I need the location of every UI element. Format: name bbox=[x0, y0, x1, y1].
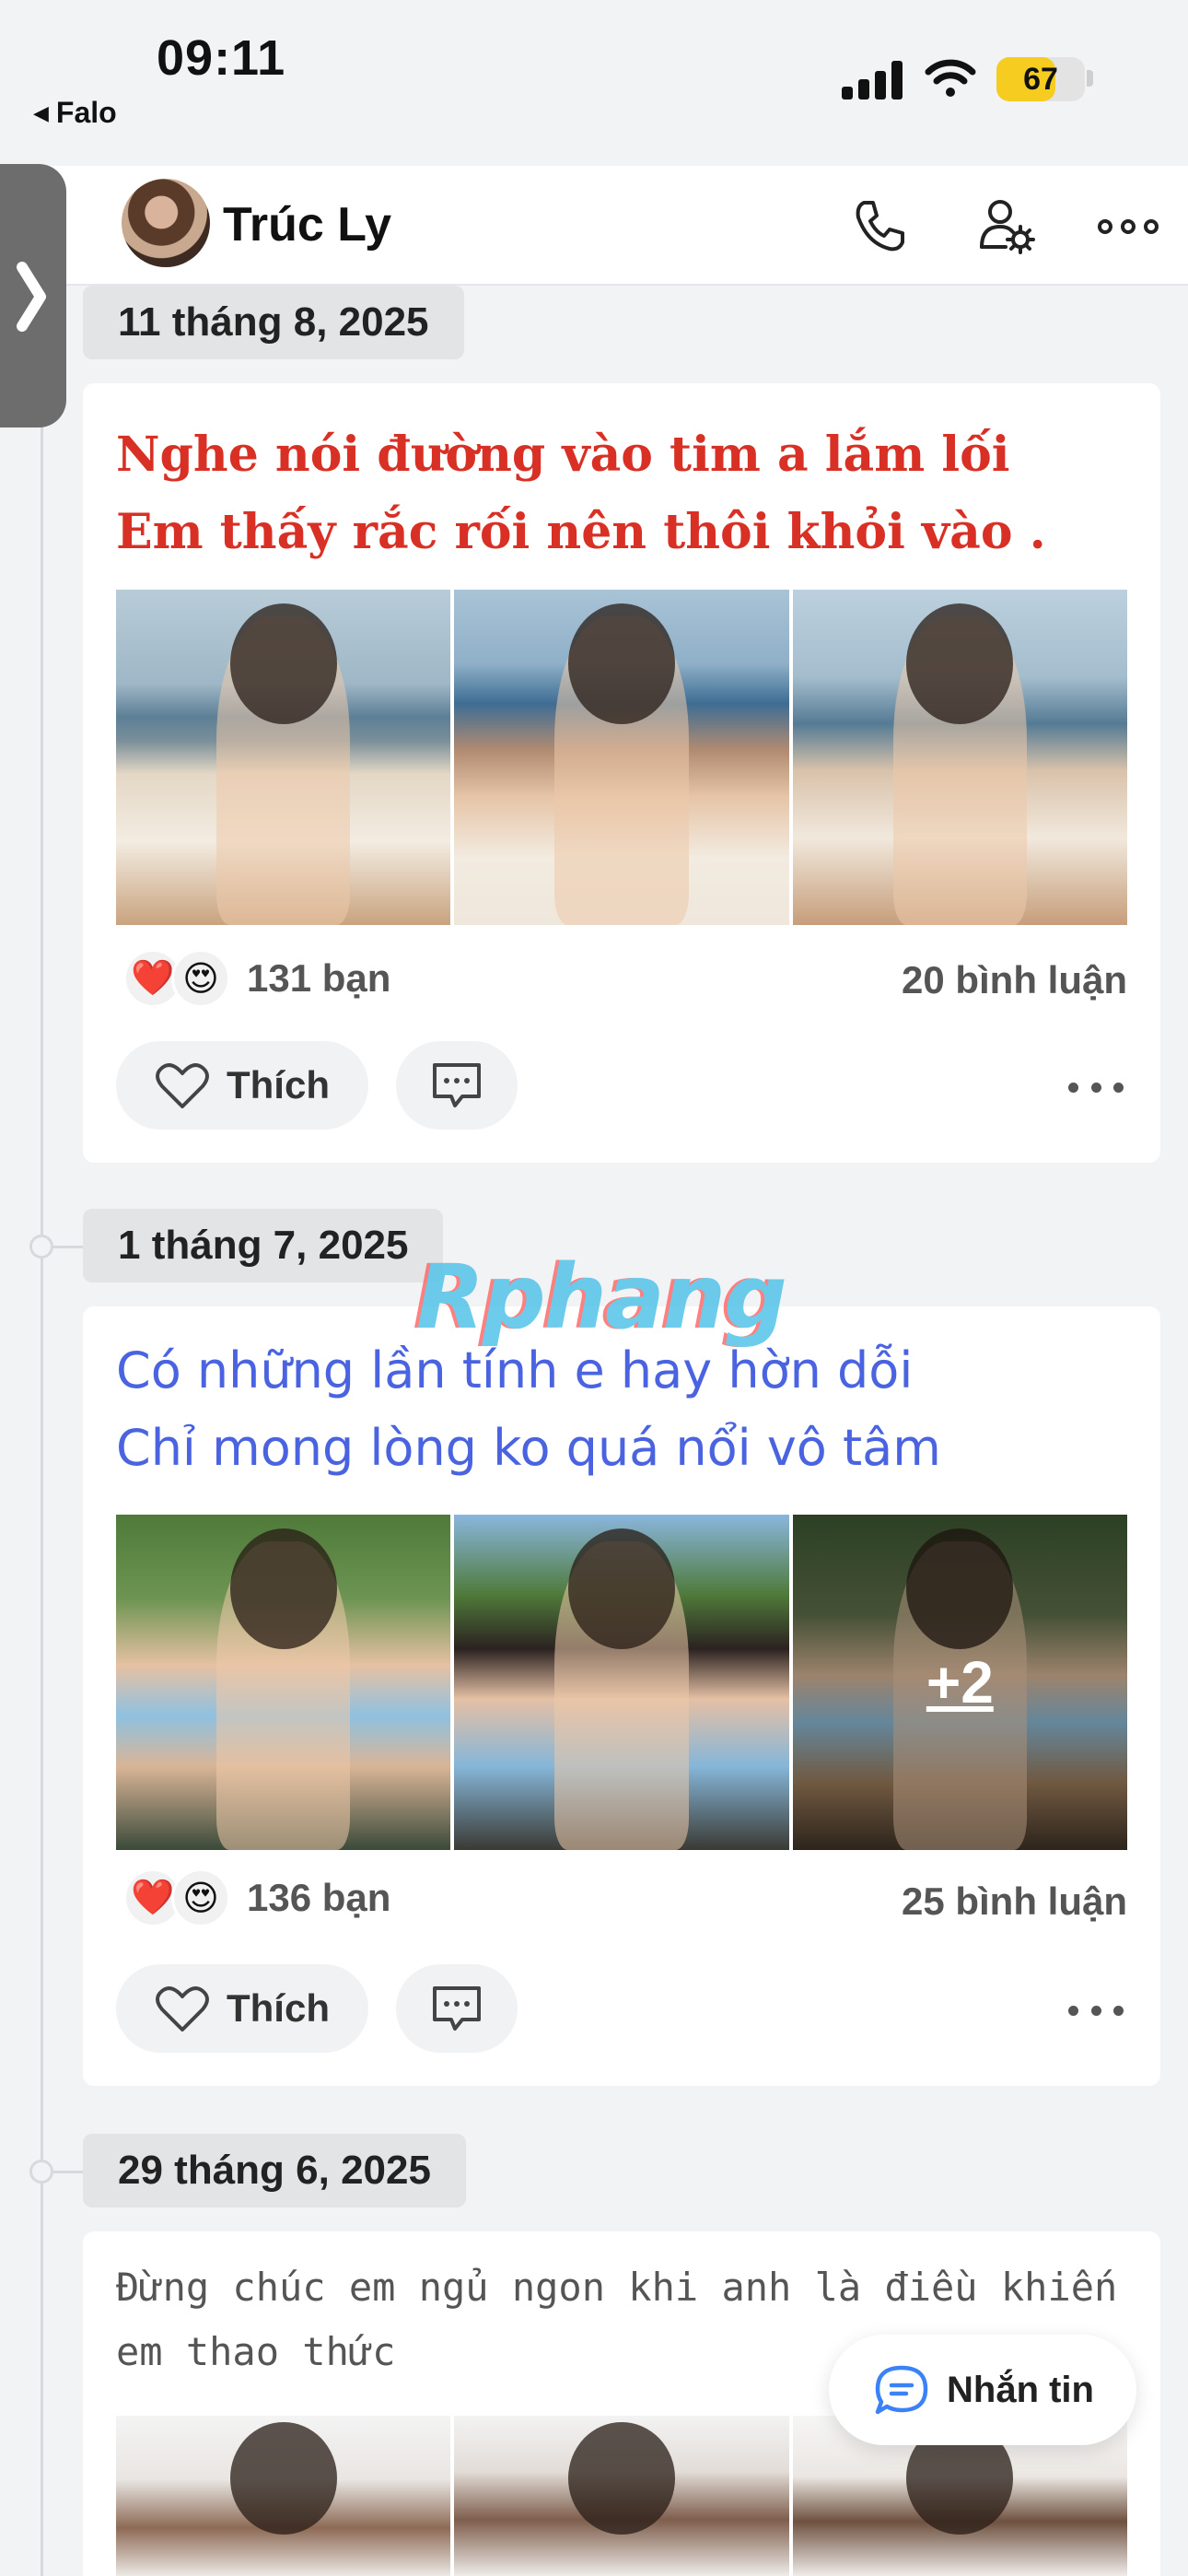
back-app-label: Falo bbox=[55, 96, 117, 129]
heart-eyes-reaction-icon: 😍 bbox=[171, 1868, 230, 1927]
comment-icon bbox=[433, 1986, 481, 2031]
status-time: 09:11 bbox=[157, 30, 286, 86]
comment-icon bbox=[433, 1063, 481, 1107]
heart-icon bbox=[156, 1986, 209, 2032]
post-photo[interactable] bbox=[454, 1515, 789, 1850]
more-icon[interactable] bbox=[1096, 193, 1160, 258]
send-message-label: Nhắn tin bbox=[947, 2369, 1094, 2410]
timeline-dot bbox=[29, 1235, 53, 1259]
battery-icon: 67 bbox=[996, 57, 1085, 101]
watermark-logo: Rphang bbox=[416, 1246, 787, 1349]
comment-button[interactable] bbox=[396, 1041, 518, 1130]
chat-header: Trúc Ly bbox=[0, 166, 1188, 286]
wifi-icon bbox=[925, 59, 976, 97]
send-message-button[interactable]: Nhắn tin bbox=[829, 2335, 1136, 2445]
side-panel-tab[interactable] bbox=[0, 164, 66, 427]
comment-count[interactable]: 20 bình luận bbox=[902, 958, 1127, 1002]
phone-icon[interactable] bbox=[847, 193, 912, 258]
photo-grid bbox=[116, 590, 1127, 925]
timeline-line bbox=[41, 286, 43, 2576]
reaction-summary[interactable]: ❤️ 😍 131 bạn bbox=[123, 949, 390, 1008]
post-card: Có những lần tính e hay hờn dỗi Chỉ mong… bbox=[83, 1306, 1160, 2086]
post-caption: Có những lần tính e hay hờn dỗi Chỉ mong… bbox=[116, 1332, 941, 1487]
reaction-summary[interactable]: ❤️ 😍 136 bạn bbox=[123, 1868, 390, 1927]
post-date-badge: 1 tháng 7, 2025 bbox=[83, 1209, 444, 1282]
more-photos-overlay[interactable]: +2 bbox=[792, 1515, 1127, 1850]
post-photo[interactable]: +2 bbox=[792, 1515, 1127, 1850]
comment-button[interactable] bbox=[396, 1964, 518, 2053]
like-label: Thích bbox=[227, 1063, 330, 1107]
heart-eyes-reaction-icon: 😍 bbox=[171, 949, 230, 1008]
like-button[interactable]: Thích bbox=[116, 1041, 368, 1130]
signal-icon bbox=[842, 61, 904, 100]
post-more-icon[interactable] bbox=[1068, 1080, 1124, 1095]
timeline-dot bbox=[29, 2160, 53, 2184]
post-photo[interactable] bbox=[116, 590, 451, 925]
battery-percent: 67 bbox=[1023, 62, 1058, 97]
post-photo[interactable] bbox=[116, 1515, 451, 1850]
contact-name[interactable]: Trúc Ly bbox=[223, 197, 391, 252]
post-photo[interactable] bbox=[454, 590, 789, 925]
post-card: Nghe nói đường vào tim a lắm lối Em thấy… bbox=[83, 383, 1160, 1163]
chat-bubble-icon bbox=[875, 2365, 928, 2415]
post-photo[interactable] bbox=[116, 2416, 451, 2576]
status-bar: 09:11 ◀ Falo 67 bbox=[0, 0, 1188, 138]
like-label: Thích bbox=[227, 1986, 330, 2030]
caption-line: Đừng chúc em ngủ ngon khi anh là điều kh… bbox=[116, 2265, 1118, 2310]
post-date-badge: 11 tháng 8, 2025 bbox=[83, 286, 464, 359]
post-more-icon[interactable] bbox=[1068, 2003, 1124, 2018]
battery-tip bbox=[1087, 70, 1093, 87]
timeline-connector bbox=[53, 2171, 85, 2173]
post-caption: Nghe nói đường vào tim a lắm lối Em thấy… bbox=[116, 416, 1046, 571]
caption-line: Nghe nói đường vào tim a lắm lối bbox=[116, 427, 1010, 483]
avatar[interactable] bbox=[122, 179, 210, 267]
post-photo[interactable] bbox=[454, 2416, 789, 2576]
post-photo[interactable] bbox=[792, 590, 1127, 925]
reaction-count: 131 bạn bbox=[247, 956, 391, 1000]
heart-icon bbox=[156, 1063, 209, 1108]
photo-grid: +2 bbox=[116, 1515, 1127, 1850]
caption-line: Em thấy rắc rối nên thôi khỏi vào . bbox=[116, 504, 1046, 560]
caption-line: Chỉ mong lòng ko quá nổi vô tâm bbox=[116, 1419, 941, 1477]
back-to-app-button[interactable]: ◀ Falo bbox=[33, 96, 117, 130]
like-button[interactable]: Thích bbox=[116, 1964, 368, 2053]
comment-count[interactable]: 25 bình luận bbox=[902, 1879, 1127, 1924]
chevron-right-icon bbox=[17, 262, 46, 332]
timeline-connector bbox=[53, 1246, 85, 1248]
profile-settings-icon[interactable] bbox=[974, 193, 1039, 258]
reaction-count: 136 bạn bbox=[247, 1876, 391, 1919]
post-date-badge: 29 tháng 6, 2025 bbox=[83, 2134, 466, 2207]
back-triangle-icon: ◀ bbox=[33, 100, 49, 124]
